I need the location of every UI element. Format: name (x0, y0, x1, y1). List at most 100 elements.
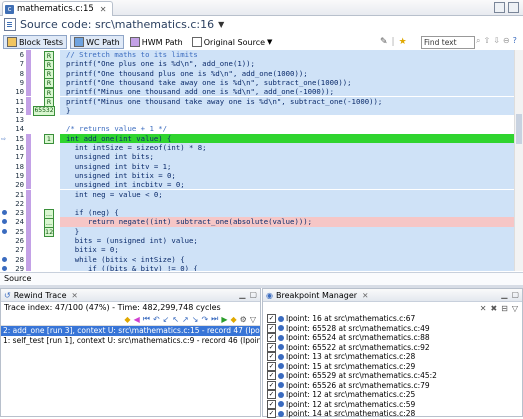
code-line[interactable]: 21 int neg = value < 0; (0, 189, 515, 199)
breakpoint-list-item[interactable]: ✓ Ipoint: 14 at src\mathematics.c:28 (263, 409, 522, 419)
code-line[interactable]: 8 Rprintf("One thousand plus one is %d\n"… (0, 68, 515, 80)
breakpoint-enabled-checkbox[interactable]: ✓ (267, 361, 276, 371)
code-line[interactable]: 17 unsigned int bits; (0, 152, 515, 162)
trace-list-item[interactable]: 2: add_one [run 3], context U: src\mathe… (1, 326, 260, 336)
code-line[interactable]: 23... if (neg) { (0, 208, 515, 219)
star-icon[interactable]: ★ (399, 36, 407, 48)
code-line[interactable]: 15 1 ⇨ int add_one(int value) { (0, 133, 515, 145)
breakpoint-enabled-checkbox[interactable]: ✓ (267, 352, 276, 362)
tab-mathematics-c[interactable]: c mathematics.c:15 ✕ (2, 1, 114, 16)
chevron-down-icon[interactable]: ▼ (218, 20, 224, 29)
code-line[interactable]: 10 Rprintf("Minus one thousand add one is… (0, 87, 515, 98)
run-back-icon[interactable]: ◀ (134, 315, 140, 324)
breakpoint-list-item[interactable]: ✓ Ipoint: 65522 at src\mathematics.c:92 (263, 343, 522, 353)
chevron-down-icon[interactable]: ▼ (267, 38, 272, 46)
breakpoint-dot-icon[interactable] (2, 219, 7, 225)
close-icon[interactable]: ✕ (100, 5, 107, 14)
step-over-back-icon[interactable]: ↶ (153, 315, 160, 324)
code-line[interactable]: 11 Rprintf("Minus one thousand take away … (0, 96, 515, 107)
breakpoint-list-item[interactable]: ✓ Ipoint: 65526 at src\mathematics.c:79 (263, 381, 522, 391)
breakpoint-list-item[interactable]: ✓ Ipoint: 65524 at src\mathematics.c:88 (263, 333, 522, 343)
help-icon[interactable]: ? (513, 36, 517, 46)
original-source-checkbox[interactable] (191, 37, 202, 47)
maximize-icon[interactable]: ▢ (249, 290, 257, 299)
maximize-icon[interactable] (508, 2, 519, 13)
find-icon[interactable]: ⌕ (476, 36, 480, 46)
code-line[interactable]: 20 unsigned int incbitv = 0; (0, 180, 515, 190)
rewind-start-icon[interactable]: ⏮ (143, 314, 150, 324)
code-line[interactable]: 18 unsigned int bitv = 1; (0, 161, 515, 171)
find-next-icon[interactable]: ⇩ (493, 36, 500, 46)
code-line[interactable]: 7 Rprintf("One plus one is %d\n", add_one… (0, 59, 515, 70)
step-forward-icon[interactable]: ◆ (231, 315, 237, 324)
breakpoint-list-item[interactable]: ✓ Ipoint: 16 at src\mathematics.c:67 (263, 314, 522, 324)
breakpoint-list-item[interactable]: ✓ Ipoint: 65529 at src\mathematics.c:45:2 (263, 371, 522, 381)
close-icon[interactable]: ✕ (72, 291, 78, 300)
code-line[interactable]: 19 unsigned int bitix = 0; (0, 170, 515, 181)
view-menu-icon[interactable]: ▽ (512, 304, 518, 313)
breakpoint-dot-icon[interactable] (2, 228, 7, 234)
code-line[interactable]: 6 R// Stretch maths to its limits (0, 50, 515, 61)
breakpoint-enabled-checkbox[interactable]: ✓ (267, 380, 276, 390)
minimize-icon[interactable]: ▁ (501, 290, 507, 299)
editor-scrollbar[interactable] (514, 50, 523, 271)
code-line[interactable]: 22 (0, 198, 515, 209)
breakpoint-dot-icon[interactable] (2, 210, 7, 216)
find-input[interactable]: Find text (421, 36, 475, 49)
breakpoint-list-item[interactable]: ✓ Ipoint: 15 at src\mathematics.c:29 (263, 362, 522, 372)
breakpoint-enabled-checkbox[interactable]: ✓ (267, 314, 276, 324)
scrollbar-thumb[interactable] (516, 114, 522, 144)
breakpoint-enabled-checkbox[interactable]: ✓ (267, 399, 276, 409)
original-source-toggle[interactable]: Original Source ▼ (189, 36, 276, 48)
pencil-icon[interactable]: ✎ (380, 36, 388, 48)
breakpoint-list-item[interactable]: ✓ Ipoint: 13 at src\mathematics.c:28 (263, 352, 522, 362)
code-line[interactable]: 14 /* returns value + 1 */ (0, 124, 515, 133)
hwm-path-button[interactable]: HWM Path (127, 36, 186, 48)
remove-icon[interactable]: ✕ (480, 304, 487, 313)
collapse-icon[interactable]: ⊟ (501, 304, 508, 313)
code-line[interactable]: 28 while (bitix < intSize) { (0, 254, 515, 264)
code-line[interactable]: 13 (0, 115, 515, 124)
breakpoint-list-item[interactable]: ✓ Ipoint: 12 at src\mathematics.c:25 (263, 390, 522, 400)
find-up-icon[interactable]: ⊖ (503, 36, 510, 46)
step-out-back-icon[interactable]: ↖ (172, 315, 179, 324)
find-prev-icon[interactable]: ⇧ (483, 36, 490, 46)
maximize-icon[interactable]: ▢ (511, 290, 519, 299)
block-tests-button[interactable]: Block Tests (3, 35, 68, 49)
breakpoint-dot-icon[interactable] (2, 265, 7, 271)
breakpoint-enabled-checkbox[interactable]: ✓ (267, 323, 276, 333)
code-line[interactable]: 12 65532} (0, 105, 515, 117)
view-menu-icon[interactable]: ▽ (250, 315, 256, 324)
remove-all-icon[interactable]: ✖ (490, 304, 497, 313)
code-line[interactable]: 27 bitix = 0; (0, 245, 515, 255)
step-over-icon[interactable]: ↷ (201, 315, 208, 324)
minimize-icon[interactable] (494, 2, 505, 13)
breakpoint-enabled-checkbox[interactable]: ✓ (267, 342, 276, 352)
breakpoint-dot-icon[interactable] (2, 256, 7, 262)
step-out-icon[interactable]: ↗ (182, 315, 189, 324)
step-into-back-icon[interactable]: ↙ (163, 315, 170, 324)
close-icon[interactable]: ✕ (362, 291, 368, 300)
tab-source[interactable]: Source (4, 274, 31, 283)
code-line[interactable]: 9 Rprintf("One thousand take away one is … (0, 77, 515, 89)
breakpoint-enabled-checkbox[interactable]: ✓ (267, 409, 276, 419)
breakpoint-enabled-checkbox[interactable]: ✓ (267, 333, 276, 343)
code-line[interactable]: 26 bits = (unsigned int) value; (0, 236, 515, 246)
breakpoint-enabled-checkbox[interactable]: ✓ (267, 371, 276, 381)
step-into-icon[interactable]: ↘ (192, 315, 199, 324)
breakpoint-list-item[interactable]: ✓ Ipoint: 65528 at src\mathematics.c:49 (263, 324, 522, 334)
code-line[interactable]: 29 if ((bits & bitv) != 0) { (0, 263, 515, 271)
trace-list-item[interactable]: 1: self_test [run 1], context U: src\mat… (1, 336, 260, 346)
code-editor[interactable]: 6 R// Stretch maths to its limits 7 Rprintf… (0, 50, 523, 271)
settings-icon[interactable]: ⚙ (240, 315, 247, 324)
breakpoint-list-item[interactable]: ✓ Ipoint: 12 at src\mathematics.c:59 (263, 400, 522, 410)
forward-end-icon[interactable]: ⏭ (211, 314, 218, 324)
wc-path-button[interactable]: WC Path (70, 35, 124, 49)
minimize-icon[interactable]: ▁ (239, 290, 245, 299)
code-line[interactable]: 24... return negate((int) subtract_one(a… (0, 217, 515, 228)
run-forward-icon[interactable]: ▶ (221, 315, 227, 324)
code-line[interactable]: 25 12 } (0, 226, 515, 238)
code-line[interactable]: 16 int intSize = sizeof(int) * 8; (0, 143, 515, 153)
step-back-icon[interactable]: ◆ (124, 315, 130, 324)
breakpoint-enabled-checkbox[interactable]: ✓ (267, 390, 276, 400)
